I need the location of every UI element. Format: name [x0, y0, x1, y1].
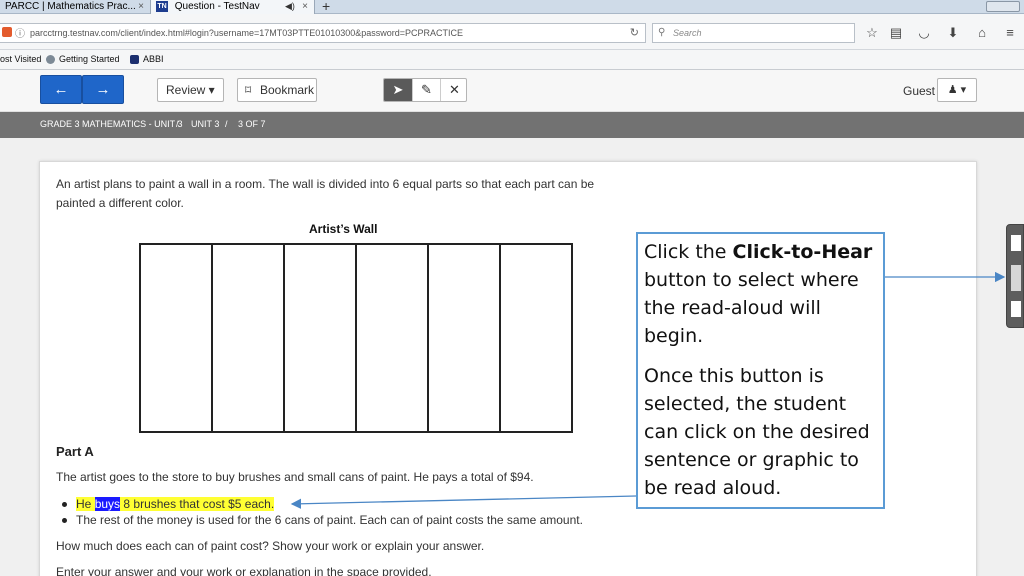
wall-part — [357, 245, 429, 431]
bullet-icon — [62, 502, 67, 508]
callout-paragraph-1: Click the Click-to-Hear button to select… — [644, 241, 873, 347]
bullet-text: The rest of the money is used for the 6 … — [76, 513, 583, 527]
pointer-tool-icon[interactable]: ➤ — [384, 79, 412, 101]
wall-part — [213, 245, 285, 431]
tab-testnav[interactable]: TN Question - TestNav ◀) × — [150, 0, 315, 14]
bullet-item-paint[interactable]: The rest of the money is used for the 6 … — [62, 512, 583, 528]
bookmark-getting-started[interactable]: Getting Started — [46, 50, 120, 69]
url-text: parcctrng.testnav.com/client/index.html#… — [30, 28, 464, 38]
part-a-text[interactable]: The artist goes to the store to buy brus… — [56, 468, 534, 487]
close-tab-icon[interactable]: × — [302, 0, 308, 13]
breadcrumb: GRADE 3 MATHEMATICS - UNIT 3 / UNIT 3 / … — [0, 112, 1024, 138]
arrow-right-icon: → — [95, 81, 111, 98]
bookmark-abbi[interactable]: ABBI — [130, 50, 164, 69]
breadcrumb-grade: GRADE 3 MATHEMATICS - UNIT 3 — [40, 119, 183, 129]
answer-instruction[interactable]: Enter your answer and your work or expla… — [56, 563, 432, 576]
bullet-icon — [62, 518, 67, 524]
click-to-hear-term: Click-to-Hear — [732, 241, 873, 263]
pocket-icon[interactable]: ◡ — [914, 26, 934, 40]
pencil-tool-icon[interactable]: ✎ — [412, 79, 440, 101]
speaker-icon[interactable]: ◀) — [285, 0, 295, 13]
browser-window: PARCC | Mathematics Prac... × TN Questio… — [0, 0, 1024, 576]
highlighted-word: He — [76, 497, 92, 511]
wall-part — [285, 245, 357, 431]
tab-strip: PARCC | Mathematics Prac... × TN Questio… — [0, 0, 1024, 14]
review-button[interactable]: Review ▾ — [157, 78, 224, 102]
testnav-toolbar: ← → Review ▾ ⌑ Bookmark ➤ ✎ ✕ Guest ♟ ▾ — [0, 70, 1024, 112]
callout-paragraph-2: Once this button is selected, the studen… — [644, 365, 870, 499]
breadcrumb-position: 3 OF 7 — [238, 119, 266, 129]
wall-part — [141, 245, 213, 431]
arrow-left-icon: ← — [53, 81, 69, 98]
bookmark-label: ABBI — [143, 54, 164, 64]
abbi-icon — [130, 55, 139, 65]
close-tool-icon[interactable]: ✕ — [440, 79, 466, 101]
instruction-callout: Click the Click-to-Hear button to select… — [636, 232, 885, 509]
bookmark-label: Bookmark — [260, 83, 315, 97]
guest-label: Guest — [903, 84, 936, 98]
part-a-heading: Part A — [56, 444, 94, 459]
next-button[interactable]: → — [82, 75, 124, 104]
breadcrumb-separator: / — [225, 119, 228, 129]
artists-wall-graphic[interactable] — [139, 243, 573, 433]
wall-part — [429, 245, 501, 431]
nav-bar: ⓘ parcctrng.testnav.com/client/index.htm… — [0, 14, 1024, 50]
breadcrumb-separator: / — [176, 119, 179, 129]
tab-label: Question - TestNav — [174, 1, 260, 12]
search-placeholder: Search — [673, 28, 702, 38]
bullet-item-brushes[interactable]: He buys 8 brushes that cost $5 each. — [62, 496, 275, 512]
bookmark-button[interactable]: ⌑ Bookmark — [237, 78, 317, 102]
testnav-favicon-icon: TN — [156, 0, 168, 12]
bookmark-label: Getting Started — [59, 54, 120, 64]
firefox-icon — [46, 55, 55, 65]
side-tool-bottom[interactable] — [1011, 301, 1021, 317]
site-icon — [2, 27, 12, 37]
bookmark-most-visited[interactable]: ost Visited — [0, 50, 41, 69]
click-to-hear-button[interactable] — [1011, 265, 1021, 291]
tab-label: PARCC | Mathematics Prac... — [5, 1, 136, 12]
bookmark-icon: ⌑ — [245, 83, 252, 97]
question-prompt[interactable]: How much does each can of paint cost? Sh… — [56, 537, 484, 556]
reading-list-icon[interactable]: ▤ — [886, 26, 906, 40]
star-icon[interactable]: ☆ — [862, 26, 882, 40]
selected-word: buys — [94, 497, 121, 511]
download-icon[interactable]: ⬇ — [943, 26, 963, 40]
back-button[interactable]: ← — [40, 75, 82, 104]
window-controls[interactable] — [986, 1, 1020, 12]
wall-title[interactable]: Artist’s Wall — [309, 222, 377, 236]
highlighted-sentence: 8 brushes that cost $5 each. — [123, 497, 275, 511]
reload-icon[interactable]: ↻ — [630, 24, 639, 42]
user-menu-button[interactable]: ♟ ▾ — [937, 78, 977, 102]
bookmarks-bar: ost Visited Getting Started ABBI — [0, 50, 1024, 70]
home-icon[interactable]: ⌂ — [972, 26, 992, 40]
wall-part — [501, 245, 571, 431]
menu-icon[interactable]: ≡ — [1000, 26, 1020, 40]
tab-parcc[interactable]: PARCC | Mathematics Prac... × — [0, 0, 150, 14]
search-input[interactable]: ⚲ Search — [652, 23, 855, 43]
search-icon: ⚲ — [658, 27, 666, 38]
side-tool-panel[interactable] — [1006, 224, 1024, 328]
new-tab-button[interactable]: + — [322, 0, 330, 14]
breadcrumb-unit: UNIT 3 — [191, 119, 220, 129]
side-tool-top[interactable] — [1011, 235, 1021, 251]
info-icon[interactable]: ⓘ — [15, 26, 25, 42]
tool-group: ➤ ✎ ✕ — [383, 78, 467, 102]
intro-line-1[interactable]: An artist plans to paint a wall in a roo… — [56, 175, 594, 194]
intro-line-2[interactable]: painted a different color. — [56, 194, 184, 213]
address-bar[interactable]: ⓘ parcctrng.testnav.com/client/index.htm… — [0, 23, 646, 43]
close-tab-icon[interactable]: × — [138, 0, 144, 13]
